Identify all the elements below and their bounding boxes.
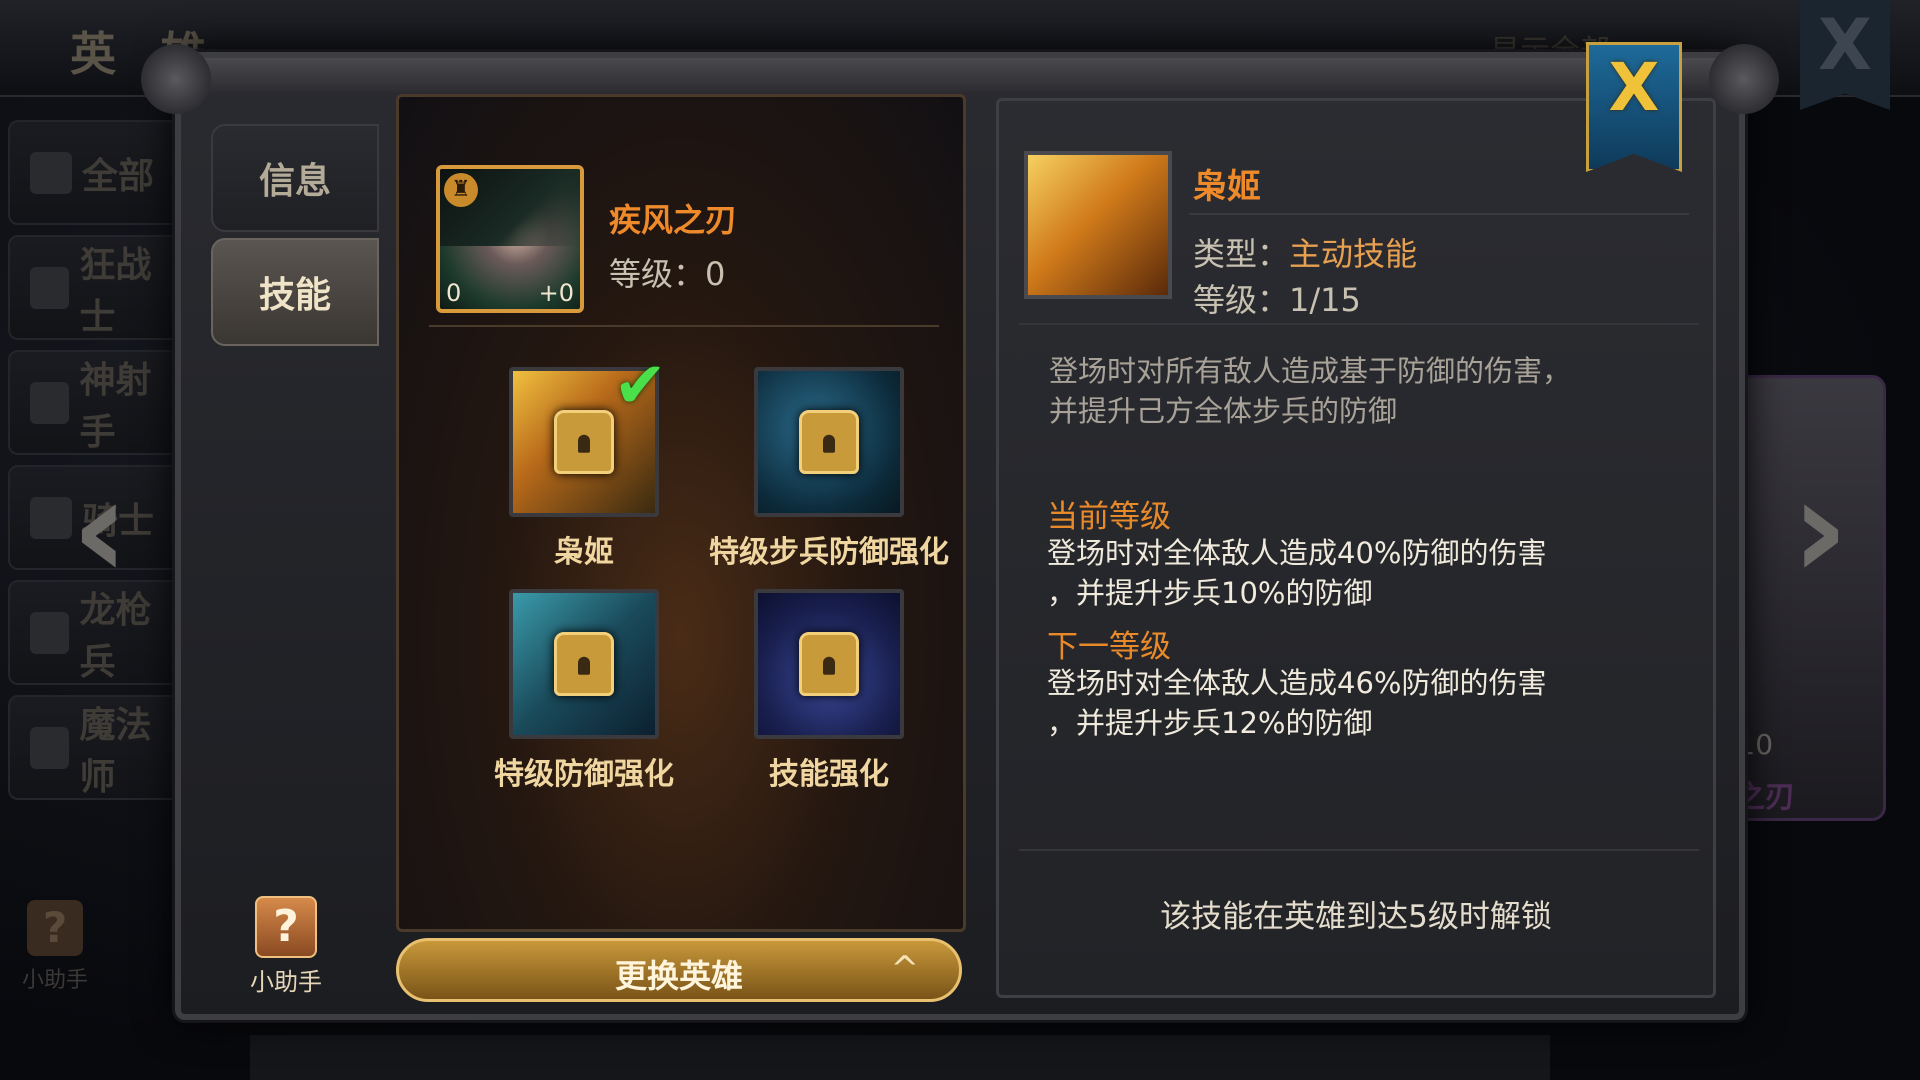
swap-hero-label: 更换英雄 bbox=[614, 957, 743, 995]
queen-skill-icon: ✔ bbox=[509, 349, 667, 517]
hero-portrait[interactable]: ♜ 0 +0 bbox=[436, 165, 584, 313]
hero-level: 等级：0 bbox=[609, 255, 726, 293]
portrait-plus: +0 bbox=[538, 279, 574, 307]
skill-slot-defense[interactable]: 特级防御强化 bbox=[459, 589, 709, 793]
close-dialog-button[interactable]: X bbox=[1586, 42, 1682, 172]
hero-class-badge-icon: ♜ bbox=[444, 173, 478, 207]
skill-detail-panel: 枭姬 类型：主动技能 等级：1/15 登场时对所有敌人造成基于防御的伤害， 并提… bbox=[996, 98, 1716, 998]
lock-icon bbox=[799, 632, 859, 696]
ornament-right-icon bbox=[1709, 44, 1779, 114]
skill-slot-infantry-defense[interactable]: 特级步兵防御强化 bbox=[704, 367, 954, 571]
hero-name: 疾风之刃 bbox=[609, 201, 738, 239]
bg-sidebar-label: 魔法师 bbox=[79, 704, 152, 798]
defense-icon bbox=[509, 589, 659, 739]
lance-icon bbox=[30, 611, 70, 654]
bg-helper: ? 小助手 bbox=[15, 900, 95, 994]
next-hero-arrow-icon[interactable]: › bbox=[1790, 460, 1850, 600]
question-icon: ? bbox=[27, 900, 83, 956]
lock-icon bbox=[554, 632, 614, 696]
description-line: 并提升己方全体步兵的防御 bbox=[1049, 394, 1398, 428]
description-line: 登场时对所有敌人造成基于防御的伤害， bbox=[1049, 354, 1572, 388]
question-icon: ? bbox=[255, 896, 317, 958]
queen-skill-icon bbox=[1024, 151, 1172, 299]
hero-skill-dialog: 信息 技能 ? 小助手 ♜ 0 +0 疾风之刃 等级：0 ✔ 枭姬 特级步兵防御… bbox=[141, 44, 1779, 1020]
bg-sidebar-item-all: 全部 bbox=[8, 120, 183, 225]
bg-sidebar-label: 神射手 bbox=[79, 359, 152, 453]
close-icon: X bbox=[1608, 49, 1660, 126]
lock-icon bbox=[799, 410, 859, 474]
divider bbox=[1019, 323, 1699, 325]
bg-sidebar-label: 狂战士 bbox=[79, 244, 152, 338]
detail-skill-type: 类型：主动技能 bbox=[1193, 229, 1417, 275]
skill-panel: ♜ 0 +0 疾风之刃 等级：0 ✔ 枭姬 特级步兵防御强化 特级防御强化 技能… bbox=[396, 94, 966, 932]
divider bbox=[1189, 213, 1689, 215]
bg-sidebar-item-mage: 魔法师 bbox=[8, 695, 183, 800]
lock-icon bbox=[554, 410, 614, 474]
prev-hero-arrow-icon[interactable]: ‹ bbox=[70, 460, 130, 600]
wand-icon bbox=[30, 726, 70, 769]
next-level-effect: 登场时对全体敌人造成46%防御的伤害 ，并提升步兵12%的防御 bbox=[1047, 663, 1667, 743]
building-icon bbox=[30, 151, 72, 194]
horse-icon bbox=[30, 496, 72, 539]
bg-sidebar-item-berserker: 狂战士 bbox=[8, 235, 183, 340]
skill-label: 特级防御强化 bbox=[494, 757, 674, 792]
skill-boost-icon bbox=[754, 589, 904, 739]
current-level-heading: 当前等级 bbox=[1047, 499, 1171, 535]
divider bbox=[429, 325, 939, 327]
next-level-heading: 下一等级 bbox=[1047, 629, 1171, 665]
swap-hero-button[interactable]: 更换英雄 ^ bbox=[396, 938, 962, 1002]
dialog-top-bar bbox=[181, 58, 1739, 94]
bg-sidebar-label: 全部 bbox=[82, 155, 155, 197]
skill-label: 技能强化 bbox=[769, 757, 889, 792]
type-label: 类型： bbox=[1193, 235, 1290, 273]
skill-label: 特级步兵防御强化 bbox=[709, 535, 949, 570]
ornament-left-icon bbox=[141, 44, 211, 114]
bg-bottom-strip bbox=[250, 1035, 1550, 1080]
skill-slot-skill-boost[interactable]: 技能强化 bbox=[704, 589, 954, 793]
skill-slot-queen[interactable]: ✔ 枭姬 bbox=[459, 349, 709, 571]
helmet-icon bbox=[30, 266, 70, 309]
effect-line: ，并提升步兵10%的防御 bbox=[1047, 576, 1373, 610]
helper-button[interactable]: ? 小助手 bbox=[236, 896, 336, 997]
detail-skill-name: 枭姬 bbox=[1193, 167, 1261, 207]
unlock-requirement: 该技能在英雄到达5级时解锁 bbox=[1160, 899, 1552, 935]
bg-sidebar-item-archer: 神射手 bbox=[8, 350, 183, 455]
current-level-effect: 登场时对全体敌人造成40%防御的伤害 ，并提升步兵10%的防御 bbox=[1047, 533, 1667, 613]
bow-icon bbox=[30, 381, 70, 424]
checkmark-icon: ✔ bbox=[613, 349, 667, 423]
divider bbox=[1019, 849, 1699, 851]
infantry-defense-icon bbox=[754, 367, 904, 517]
skill-description: 登场时对所有敌人造成基于防御的伤害， 并提升己方全体步兵的防御 bbox=[1049, 351, 1669, 431]
bg-helper-label: 小助手 bbox=[21, 968, 88, 993]
bg-close-icon: X bbox=[1800, 0, 1890, 110]
detail-skill-level: 等级：1/15 bbox=[1193, 281, 1361, 319]
type-value: 主动技能 bbox=[1289, 235, 1418, 273]
chevron-up-icon: ^ bbox=[890, 949, 920, 989]
tab-skills[interactable]: 技能 bbox=[211, 238, 379, 346]
effect-line: 登场时对全体敌人造成46%防御的伤害 bbox=[1047, 666, 1547, 700]
skill-label: 枭姬 bbox=[554, 535, 614, 570]
tab-info[interactable]: 信息 bbox=[211, 124, 379, 232]
effect-line: ，并提升步兵12%的防御 bbox=[1047, 706, 1373, 740]
effect-line: 登场时对全体敌人造成40%防御的伤害 bbox=[1047, 536, 1547, 570]
helper-label: 小助手 bbox=[250, 968, 322, 996]
portrait-level: 0 bbox=[446, 279, 462, 307]
